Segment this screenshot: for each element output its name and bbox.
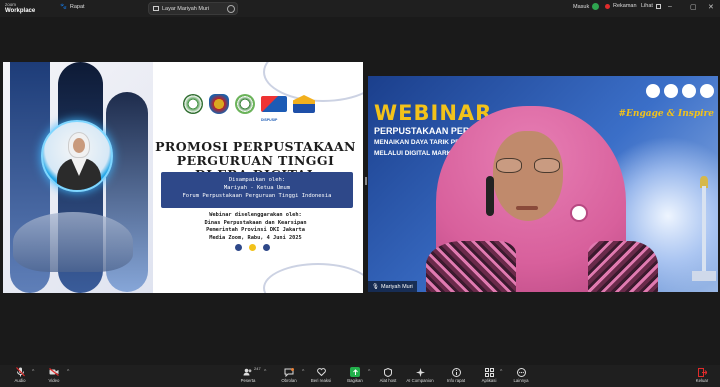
record-dot-icon <box>605 3 610 9</box>
minimize-icon[interactable]: – <box>668 3 672 10</box>
mic-status[interactable]: Masuk <box>573 3 600 10</box>
grid-icon <box>655 3 661 9</box>
meeting-info-button[interactable]: Info rapat <box>438 367 474 383</box>
slide-dot <box>263 244 270 251</box>
slide-logos <box>183 94 315 114</box>
forum-logo <box>235 94 255 114</box>
hand-graphic <box>13 212 133 272</box>
app-logo: zoom Workplace <box>5 2 36 14</box>
participant-batik <box>588 241 658 292</box>
mic-muted-icon <box>15 367 25 377</box>
video-options-chevron-icon[interactable]: ^ <box>67 369 69 375</box>
meeting-label: Rapat <box>69 4 85 10</box>
sparkle-icon <box>415 367 425 377</box>
participant-name-tag: 🎙 Mariyah Muri <box>368 281 417 292</box>
glasses <box>496 158 560 174</box>
slide-dot <box>249 244 256 251</box>
reactions-button[interactable]: Beri reaksi <box>303 367 339 383</box>
more-button[interactable]: Lainnya <box>503 367 539 383</box>
book-logo <box>293 95 315 113</box>
ai-companion-button[interactable]: AI Companion <box>402 367 438 383</box>
presenter-box: Disampaikan oleh: Mariyah - Ketua Umum F… <box>161 172 353 208</box>
shared-screen-label: Layar Mariyah Muri <box>162 5 210 12</box>
leave-icon <box>697 367 707 377</box>
logo-badge <box>700 84 714 98</box>
shared-screen[interactable]: DISPUSIP PROMOSI PERPUSTAKAAN PERGURUAN … <box>3 62 363 293</box>
slide-dots <box>235 244 270 251</box>
participants-chevron-icon[interactable]: ^ <box>264 369 266 375</box>
dispusip-logo <box>261 96 287 112</box>
apps-icon <box>484 367 494 377</box>
camera-off-icon <box>49 367 59 377</box>
view-menu[interactable]: Lihat <box>641 3 661 9</box>
resize-handle[interactable] <box>365 177 367 185</box>
speaker-portrait <box>41 120 113 192</box>
maximize-icon[interactable]: ▢ <box>690 3 697 11</box>
more-icon <box>516 367 526 377</box>
meeting-menu[interactable]: 🐾 Rapat <box>60 4 85 10</box>
brooch <box>570 204 588 222</box>
chat-icon <box>284 367 294 377</box>
organizer-text: Webinar diselenggarakan oleh: Dinas Perp… <box>204 212 307 241</box>
participant-batik <box>426 241 516 292</box>
webinar-heading: WEBINAR <box>374 101 493 125</box>
monument-base <box>692 271 716 281</box>
host-tools-button[interactable]: Alat host <box>370 367 406 383</box>
monument <box>702 186 706 276</box>
title-bar: zoom Workplace 🐾 Rapat Layar Mariyah Mur… <box>0 0 720 17</box>
close-icon[interactable]: ✕ <box>708 3 714 11</box>
meeting-toolbar: Audio ^ Video ^ Peserta 247 ^ Obrolan ^ … <box>0 365 720 387</box>
options-icon[interactable] <box>227 5 235 13</box>
logo-badge <box>664 84 678 98</box>
shield-icon <box>592 3 600 10</box>
participants-icon <box>243 367 253 377</box>
participant-mouth <box>516 206 538 210</box>
logo-badge <box>682 84 696 98</box>
portrait-face <box>73 138 85 153</box>
leave-button[interactable]: Keluar <box>684 367 720 383</box>
hashtag-text: #Engage & Inspire <box>618 109 714 119</box>
screen-icon <box>153 6 159 11</box>
shared-screen-pill[interactable]: Layar Mariyah Muri <box>148 2 238 15</box>
participant-video[interactable]: WEBINAR PERPUSTAKAAN PERGURUA MENAIKAN D… <box>368 76 718 292</box>
jakarta-emblem-logo <box>209 94 229 114</box>
info-icon <box>451 367 461 377</box>
university-logo <box>183 94 203 114</box>
wave-decoration <box>263 263 363 293</box>
recording-indicator[interactable]: Rekaman <box>605 3 637 9</box>
mic-status-label: Masuk <box>573 3 590 10</box>
view-menu-label: Lihat <box>641 3 653 9</box>
headset <box>486 176 494 216</box>
participant-name: Mariyah Muri <box>380 283 413 290</box>
paw-icon: 🐾 <box>60 4 67 10</box>
muted-mic-icon: 🎙 <box>372 283 379 290</box>
logo-badge <box>646 84 660 98</box>
slide-dot <box>235 244 242 251</box>
background-logos <box>646 84 714 98</box>
dispusip-label: DISPUSIP <box>261 118 278 122</box>
recording-label: Rekaman <box>613 3 637 9</box>
apps-chevron-icon[interactable]: ^ <box>500 369 502 375</box>
audio-options-chevron-icon[interactable]: ^ <box>32 369 34 375</box>
share-screen-icon <box>350 367 360 377</box>
heart-icon <box>316 367 326 377</box>
shield-lock-icon <box>383 367 393 377</box>
participants-count: 247 <box>254 366 261 371</box>
